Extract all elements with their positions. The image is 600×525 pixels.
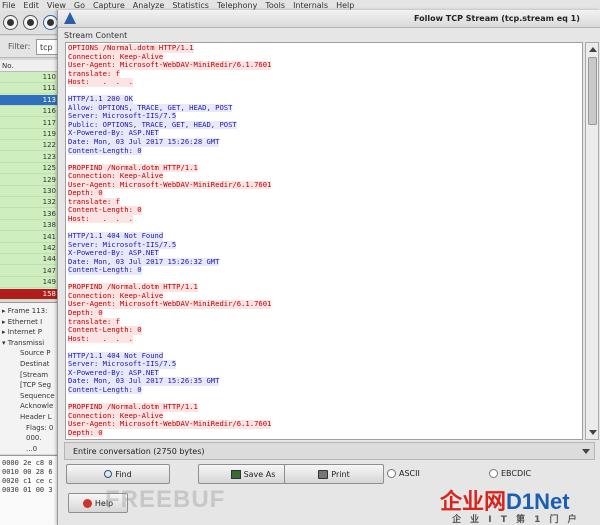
- hex-row: 0000 2e c8 0: [2, 459, 53, 467]
- tree-item[interactable]: Source P: [20, 348, 51, 358]
- hex-row: 0030 01 00 3: [2, 486, 53, 494]
- print-icon: [318, 469, 329, 479]
- tree-item[interactable]: Destinat: [20, 359, 50, 369]
- find-button[interactable]: Find: [66, 464, 170, 484]
- menu-item[interactable]: Edit: [23, 0, 39, 11]
- ebcdic-radio-dot[interactable]: [489, 469, 498, 478]
- server-response-line: Content-Length: 0: [68, 384, 142, 395]
- freebuf-watermark: FREEBUF: [105, 486, 226, 513]
- tree-item[interactable]: Flags: 0: [26, 423, 53, 433]
- stream-scrollbar[interactable]: [585, 42, 599, 440]
- ebcdic-radio[interactable]: EBCDIC: [489, 469, 531, 478]
- options-icon[interactable]: [23, 15, 38, 30]
- print-button[interactable]: Print: [284, 464, 384, 484]
- print-button-label: Print: [331, 469, 350, 479]
- tree-item[interactable]: ▸ Ethernet I: [2, 317, 42, 327]
- client-request-line: Host: . . .: [68, 333, 133, 344]
- help-icon: [82, 498, 92, 508]
- dialog-titlebar[interactable]: Follow TCP Stream (tcp.stream eq 1): [58, 10, 600, 28]
- tree-item[interactable]: ▸ Frame 113:: [2, 306, 48, 316]
- tree-item[interactable]: Header L: [20, 412, 52, 422]
- scroll-thumb[interactable]: [588, 57, 597, 125]
- tree-item[interactable]: ▾ Transmissi: [2, 338, 44, 348]
- conversation-value: Entire conversation (2750 bytes): [73, 447, 205, 456]
- start-capture-icon[interactable]: [43, 15, 58, 30]
- stream-content-label: Stream Content: [64, 31, 128, 40]
- hex-row: 0010 00 28 6: [2, 468, 53, 476]
- find-button-label: Find: [115, 469, 132, 479]
- tree-item[interactable]: 000.: [26, 433, 42, 443]
- client-request-line: Host: . . .: [68, 213, 133, 224]
- follow-tcp-stream-dialog: Follow TCP Stream (tcp.stream eq 1) Stre…: [57, 10, 600, 525]
- tree-item[interactable]: [Stream: [20, 370, 48, 380]
- dialog-title: Follow TCP Stream (tcp.stream eq 1): [414, 14, 580, 23]
- ebcdic-radio-label: EBCDIC: [501, 469, 532, 478]
- conversation-select[interactable]: Entire conversation (2750 bytes): [64, 442, 595, 460]
- save-icon: [230, 469, 241, 479]
- ascii-radio-dot[interactable]: [387, 469, 396, 478]
- logo-en: D1Net: [506, 489, 570, 514]
- ascii-radio-label: ASCII: [399, 469, 420, 478]
- tree-item[interactable]: Sequence: [20, 391, 55, 401]
- filter-label: Filter:: [8, 42, 31, 51]
- ascii-radio[interactable]: ASCII: [387, 469, 420, 478]
- server-response-line: Content-Length: 0: [68, 145, 142, 156]
- chevron-down-icon: [582, 449, 590, 454]
- tree-item[interactable]: ...0: [26, 444, 37, 454]
- scroll-down-icon[interactable]: [589, 430, 597, 435]
- menu-item[interactable]: File: [2, 0, 15, 11]
- d1net-slogan: 企 业 I T 第 1 门 户: [452, 515, 580, 525]
- client-request-line: Depth: 0: [68, 427, 103, 438]
- interfaces-icon[interactable]: [3, 15, 18, 30]
- wireshark-fin-icon: [64, 12, 76, 24]
- search-icon: [104, 470, 113, 478]
- tree-item[interactable]: Acknowle: [20, 401, 53, 411]
- tree-item[interactable]: ▸ Internet P: [2, 327, 42, 337]
- hex-row: 0020 c1 ce c: [2, 477, 53, 485]
- logo-cn: 企业网: [440, 489, 507, 514]
- save-as-button-label: Save As: [243, 469, 276, 479]
- tree-item[interactable]: [TCP Seg: [20, 380, 51, 390]
- client-request-line: Host: . . .: [68, 77, 133, 87]
- stream-content-text[interactable]: OPTIONS /Normal.dotm HTTP/1.1 Connection:…: [65, 42, 583, 440]
- server-response-line: Content-Length: 0: [68, 265, 142, 275]
- scroll-up-icon[interactable]: [589, 47, 597, 52]
